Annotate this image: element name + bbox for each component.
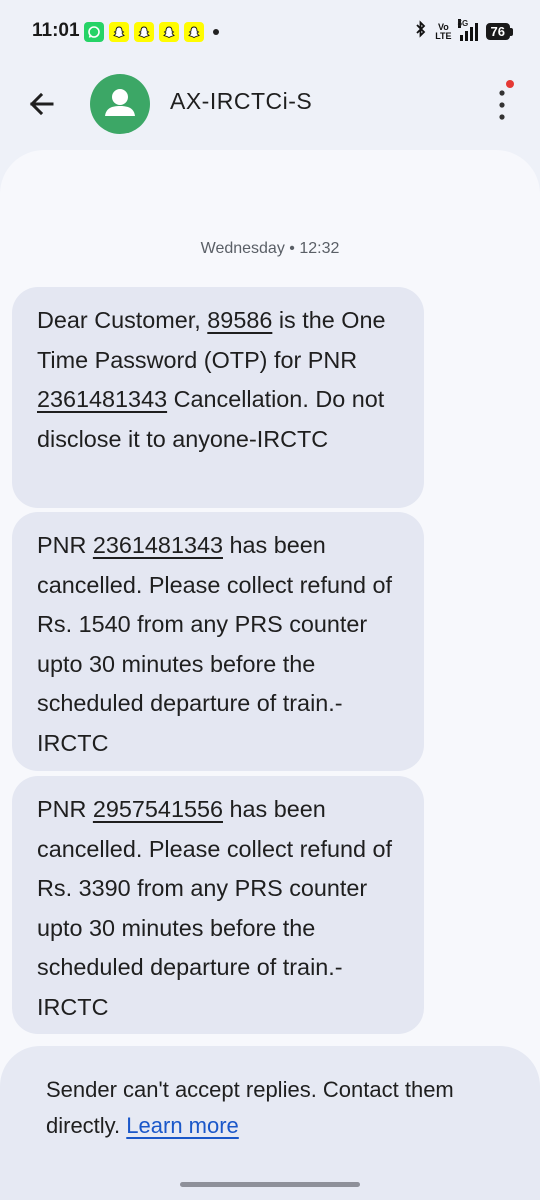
snapchat-icon: [134, 22, 154, 42]
reply-disabled-notice: Sender can't accept replies. Contact the…: [46, 1072, 486, 1144]
app-bar: AX-IRCTCi-S: [0, 64, 540, 144]
avatar[interactable]: [90, 74, 150, 134]
pnr-number[interactable]: 2361481343: [93, 532, 223, 558]
whatsapp-icon: [84, 22, 104, 42]
snapchat-icon: [109, 22, 129, 42]
more-notifications-dot: [213, 29, 219, 35]
pnr-number[interactable]: 2957541556: [93, 796, 223, 822]
message-text: PNR: [37, 796, 93, 822]
battery-icon: 76: [485, 23, 514, 40]
back-arrow-icon[interactable]: [24, 86, 60, 122]
learn-more-link[interactable]: Learn more: [126, 1113, 239, 1138]
volte-label-lte: LTE: [435, 30, 452, 41]
message-bubble[interactable]: Dear Customer, 89586 is the One Time Pas…: [12, 287, 424, 508]
message-text: has been cancelled. Please collect refun…: [37, 796, 392, 1020]
message-text: Dear Customer,: [37, 307, 208, 333]
system-icons: Vo LTE 5G 76: [415, 18, 514, 43]
more-options-icon[interactable]: [492, 88, 512, 122]
network-type: 5G: [457, 18, 469, 28]
message-text: has been cancelled. Please collect refun…: [37, 532, 392, 756]
volte-icon: Vo LTE: [435, 22, 452, 41]
notification-badge: [506, 80, 514, 88]
snapchat-icon: [184, 22, 204, 42]
gesture-handle[interactable]: [180, 1182, 360, 1187]
person-icon: [105, 89, 135, 116]
message-bubble[interactable]: PNR 2361481343 has been cancelled. Pleas…: [12, 512, 424, 771]
signal-icon: 5G: [457, 18, 478, 41]
snapchat-icon: [159, 22, 179, 42]
clock: 11:01: [32, 20, 80, 41]
notification-icons: [84, 22, 219, 42]
otp-number[interactable]: 89586: [207, 307, 272, 333]
status-bar: 11:01 Vo LTE 5G 76: [0, 0, 540, 64]
message-bubble[interactable]: PNR 2957541556 has been cancelled. Pleas…: [12, 776, 424, 1034]
notice-text: Sender can't accept replies. Contact the…: [46, 1077, 454, 1138]
contact-name[interactable]: AX-IRCTCi-S: [170, 88, 312, 115]
message-text: PNR: [37, 532, 93, 558]
bluetooth-icon: [415, 20, 427, 43]
pnr-number[interactable]: 2361481343: [37, 386, 167, 412]
date-separator: Wednesday • 12:32: [200, 240, 340, 257]
